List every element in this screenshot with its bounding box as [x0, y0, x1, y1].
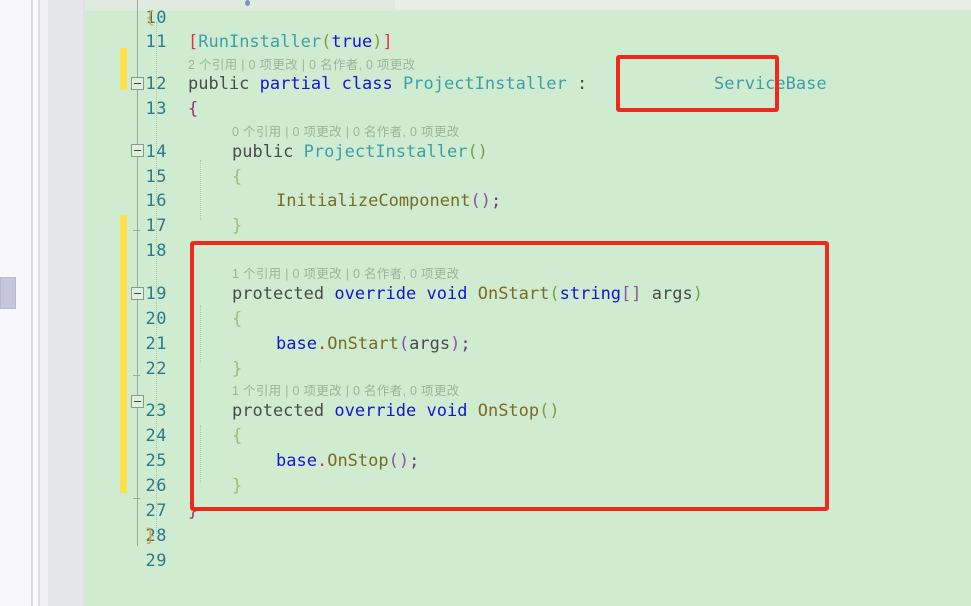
token-class-name: ProjectInstaller — [403, 74, 567, 94]
code-line-17[interactable]: } — [232, 218, 242, 235]
window-left-panel-edge — [40, 0, 48, 606]
token-semicolon: ; — [490, 191, 502, 211]
indent-guide — [200, 160, 201, 220]
code-line-10[interactable]: { — [145, 10, 155, 27]
token-constructor-name: ProjectInstaller — [303, 142, 468, 162]
token-brace: } — [145, 526, 156, 546]
token-parens: () — [467, 142, 488, 162]
token-bracket-close: ] — [382, 32, 393, 52]
code-line-11[interactable]: [RunInstaller(true)] — [188, 34, 393, 51]
token-modifier-public: public — [188, 74, 250, 94]
annotation-servicebase-highlight — [616, 55, 779, 112]
codelens-class[interactable]: 2 个引用 | 0 项更改 | 0 名作者, 0 项更改 — [188, 59, 415, 72]
token-brace: { — [232, 167, 243, 187]
token-colon: : — [577, 74, 588, 94]
code-line-16[interactable]: InitializeComponent(); — [276, 193, 501, 210]
annotation-overrides-highlight — [190, 241, 829, 511]
code-line-12[interactable]: public partial class ProjectInstaller : — [188, 76, 587, 93]
token-attribute-name: RunInstaller — [198, 32, 322, 52]
codelens-constructor[interactable]: 0 个引用 | 0 项更改 | 0 名作者, 0 项更改 — [232, 126, 459, 139]
token-paren-open: ( — [321, 32, 332, 52]
left-scrollbar-thumb[interactable] — [0, 277, 16, 309]
token-bracket-open: [ — [188, 32, 199, 52]
token-paren-close: ) — [372, 32, 383, 52]
token-brace: { — [145, 8, 156, 28]
window-left-panel — [48, 0, 83, 606]
token-keyword-partial: partial — [259, 74, 332, 94]
token-keyword-class: class — [341, 74, 393, 94]
code-editor-surface[interactable]: } 10 11 12 13 14 15 16 17 18 19 20 21 22… — [85, 0, 971, 606]
token-brace: } — [232, 216, 243, 236]
token-parens: () — [470, 191, 491, 211]
code-line-14[interactable]: public ProjectInstaller() — [232, 144, 488, 161]
indent-guide — [156, 22, 157, 534]
code-line-28[interactable]: } — [145, 528, 155, 545]
token-keyword-true: true — [331, 32, 373, 52]
code-line-15[interactable]: { — [232, 169, 242, 186]
token-brace: { — [188, 99, 199, 119]
token-modifier-public: public — [232, 142, 294, 162]
code-line-13[interactable]: { — [188, 101, 198, 118]
token-method-call: InitializeComponent — [276, 191, 471, 211]
editor-window: } 10 11 12 13 14 15 16 17 18 19 20 21 22… — [0, 0, 971, 606]
